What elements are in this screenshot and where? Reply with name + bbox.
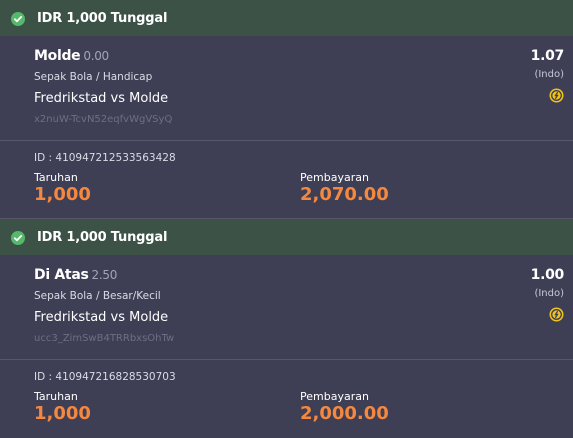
check-circle-icon: [11, 230, 25, 245]
match-name: Fredrikstad vs Molde: [34, 91, 169, 106]
handicap-line: 0.00: [83, 49, 109, 63]
payout-amount: 2,000.00: [300, 403, 389, 424]
ticket-code: x2nuW-TcvN52eqfvWgVSyQ: [34, 114, 173, 125]
bet-type-title: IDR 1,000 Tunggal: [37, 10, 168, 26]
ticket-code: ucc3_ZimSwB4TRRbxsOhTw: [34, 333, 175, 344]
stake-amount: 1,000: [34, 403, 91, 424]
handicap-line: 2.50: [91, 268, 118, 282]
odds-format: (Indo): [534, 69, 564, 80]
bet-header: IDR 1,000 Tunggal: [0, 0, 573, 36]
selection: Molde 0.00: [34, 48, 109, 64]
divider: [0, 359, 573, 360]
match-name: Fredrikstad vs Molde: [34, 310, 169, 325]
bet-header: IDR 1,000 Tunggal: [0, 219, 573, 255]
selection-name: Molde: [34, 48, 81, 64]
market-name: Sepak Bola / Besar/Kecil: [34, 290, 161, 302]
payout-label: Pembayaran: [300, 171, 369, 184]
coin-icon: [549, 88, 564, 103]
odds-value: 1.07: [530, 48, 565, 64]
bet-id: ID : 410947216828530703: [34, 371, 176, 383]
coin-icon: [549, 307, 564, 322]
payout-label: Pembayaran: [300, 390, 369, 403]
stake-label: Taruhan: [34, 390, 78, 403]
stake-label: Taruhan: [34, 171, 78, 184]
bet-body: Molde 0.00 Sepak Bola / Handicap Fredriks…: [0, 36, 573, 219]
payout-amount: 2,070.00: [300, 184, 389, 205]
bet-slip-list: IDR 1,000 Tunggal Molde 0.00 Sepak Bola /…: [0, 0, 573, 438]
check-circle-icon: [11, 11, 25, 26]
odds-format: (Indo): [534, 288, 564, 299]
selection: Di Atas 2.50: [34, 267, 117, 283]
selection-name: Di Atas: [34, 267, 89, 283]
divider: [0, 140, 573, 141]
market-name: Sepak Bola / Handicap: [34, 71, 153, 83]
odds-value: 1.00: [530, 267, 565, 283]
bet-body: Di Atas 2.50 Sepak Bola / Besar/Kecil Fre…: [0, 255, 573, 438]
stake-amount: 1,000: [34, 184, 91, 205]
bet-card[interactable]: IDR 1,000 Tunggal Molde 0.00 Sepak Bola /…: [0, 0, 573, 219]
bet-type-title: IDR 1,000 Tunggal: [37, 229, 168, 245]
bet-card[interactable]: IDR 1,000 Tunggal Di Atas 2.50 Sepak Bola…: [0, 219, 573, 438]
bet-id: ID : 410947212533563428: [34, 152, 176, 164]
